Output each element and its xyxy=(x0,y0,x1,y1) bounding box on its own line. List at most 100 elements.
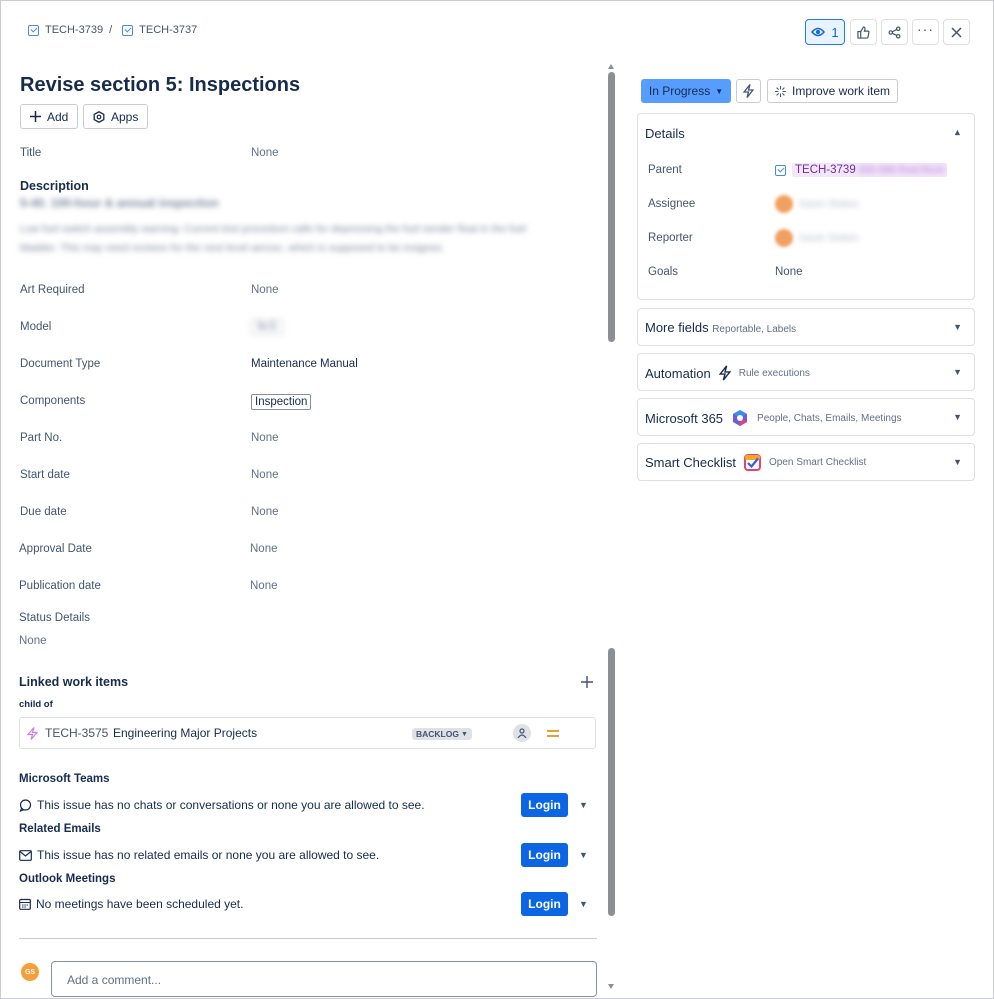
priority-medium-icon xyxy=(547,730,559,737)
breadcrumb-current-link[interactable]: TECH-3737 xyxy=(139,24,197,36)
goals-value[interactable]: None xyxy=(775,266,803,278)
chevron-down-icon[interactable]: ▼ xyxy=(953,367,962,377)
art-required-label: Art Required xyxy=(20,284,85,296)
title-field-label: Title xyxy=(20,147,42,159)
add-button-label: Add xyxy=(47,109,69,124)
automation-button[interactable] xyxy=(736,79,761,103)
part-number-value[interactable]: None xyxy=(251,432,279,444)
watch-button[interactable]: 1 xyxy=(805,19,845,45)
apps-button[interactable]: Apps xyxy=(83,104,149,129)
parent-key: TECH-3739 xyxy=(795,164,856,176)
status-label: In Progress xyxy=(648,84,711,98)
scrollbar-thumb[interactable] xyxy=(608,648,615,916)
user-icon[interactable] xyxy=(513,724,531,742)
like-button[interactable] xyxy=(850,19,877,45)
part-number-label: Part No. xyxy=(20,432,63,444)
parent-value[interactable]: TECH-3739 500-589 Rvid Revit xyxy=(775,163,947,177)
checkbox-icon xyxy=(775,164,786,176)
approval-date-value[interactable]: None xyxy=(250,543,278,555)
improve-work-item-label: Improve work item xyxy=(791,84,891,98)
document-type-value[interactable]: Maintenance Manual xyxy=(251,358,358,370)
meetings-message: No meetings have been scheduled yet. xyxy=(19,897,243,911)
component-tag[interactable]: Inspection xyxy=(251,394,312,410)
sparkle-icon xyxy=(774,85,786,97)
linked-item-row[interactable]: TECH-3575 Engineering Major Projects BAC… xyxy=(19,717,596,749)
eye-icon xyxy=(811,27,826,37)
close-button[interactable] xyxy=(943,19,970,45)
chevron-down-icon[interactable]: ▼ xyxy=(579,850,588,860)
status-dropdown[interactable]: In Progress ▼ xyxy=(641,79,731,103)
details-heading[interactable]: Details xyxy=(645,126,685,141)
thumbs-up-icon xyxy=(857,25,870,39)
more-actions-button[interactable]: ··· xyxy=(912,19,939,45)
improve-work-item-button[interactable]: Improve work item xyxy=(767,79,898,103)
issue-title[interactable]: Revise section 5: Inspections xyxy=(20,74,300,97)
automation-panel[interactable]: Automation Rule executions ▼ xyxy=(637,353,975,391)
emails-message-text: This issue has no related emails or none… xyxy=(37,848,380,862)
title-field-value[interactable]: None xyxy=(251,147,279,159)
checkbox-icon xyxy=(28,24,39,36)
avatar: GS xyxy=(21,963,39,981)
due-date-value[interactable]: None xyxy=(251,506,279,518)
share-button[interactable] xyxy=(881,19,908,45)
breadcrumb-parent-link[interactable]: TECH-3739 xyxy=(45,24,103,36)
linked-item-status-label: BACKLOG xyxy=(416,729,459,739)
due-date-label: Due date xyxy=(20,506,67,518)
emails-login-button[interactable]: Login xyxy=(521,843,568,867)
microsoft-365-header: Microsoft 365 People, Chats, Emails, Mee… xyxy=(645,409,902,427)
chevron-down-icon: ▼ xyxy=(460,730,468,738)
linked-item-key[interactable]: TECH-3575 xyxy=(45,726,108,740)
add-button[interactable]: Add xyxy=(20,104,79,129)
chevron-down-icon[interactable]: ▼ xyxy=(953,457,962,467)
parent-label: Parent xyxy=(648,164,682,176)
smart-checklist-heading: Smart Checklist xyxy=(645,455,737,470)
microsoft-365-panel[interactable]: Microsoft 365 People, Chats, Emails, Mee… xyxy=(637,398,975,436)
scroll-down-arrow[interactable] xyxy=(608,984,614,989)
more-fields-header: More fields Reportable, Labels xyxy=(645,320,796,335)
m365-icon xyxy=(733,410,748,426)
more-fields-subtitle: Reportable, Labels xyxy=(712,324,797,335)
linked-item-title[interactable]: Engineering Major Projects xyxy=(113,726,257,740)
teams-heading: Microsoft Teams xyxy=(19,773,110,785)
chevron-down-icon[interactable]: ▼ xyxy=(579,899,588,909)
assignee-value[interactable]: Gavin Stokes xyxy=(775,195,858,213)
chat-icon xyxy=(19,798,32,812)
status-details-label: Status Details xyxy=(19,612,90,624)
smart-checklist-panel[interactable]: Smart Checklist Open Smart Checklist ▼ xyxy=(637,443,975,481)
scrollbar-thumb[interactable] xyxy=(608,72,615,342)
teams-login-button[interactable]: Login xyxy=(521,793,568,817)
components-label: Components xyxy=(20,395,86,407)
chevron-down-icon[interactable]: ▼ xyxy=(953,322,962,332)
link-relation-label: child of xyxy=(19,699,53,710)
model-value[interactable]: 9cS xyxy=(251,319,283,335)
microsoft-365-subtitle: People, Chats, Emails, Meetings xyxy=(757,412,902,424)
document-type-label: Document Type xyxy=(20,358,101,370)
status-details-value[interactable]: None xyxy=(19,635,47,647)
add-link-icon[interactable] xyxy=(581,676,593,688)
parent-link[interactable]: TECH-3739 500-589 Rvid Revit xyxy=(792,163,947,177)
avatar xyxy=(775,229,793,247)
apps-button-label: Apps xyxy=(111,109,139,124)
automation-subtitle: Rule executions xyxy=(738,367,810,379)
linked-item-status[interactable]: BACKLOG ▼ xyxy=(412,728,472,740)
teams-message: This issue has no chats or conversations… xyxy=(19,798,425,812)
chevron-down-icon[interactable]: ▼ xyxy=(953,412,962,422)
scroll-up-arrow[interactable] xyxy=(608,64,614,69)
chevron-down-icon[interactable]: ▼ xyxy=(579,800,588,810)
lightning-icon xyxy=(743,84,754,98)
description-text-line[interactable]: Low fuel switch assembly warning: Curren… xyxy=(20,223,595,235)
comment-input[interactable]: Add a comment... xyxy=(51,961,597,997)
art-required-value[interactable]: None xyxy=(251,284,279,296)
divider xyxy=(19,938,597,939)
emails-message: This issue has no related emails or none… xyxy=(19,848,379,862)
description-subheading[interactable]: 5-40. 100-hour & annual inspection xyxy=(20,196,219,210)
parent-title: 500-589 Rvid Revit xyxy=(858,165,944,176)
start-date-value[interactable]: None xyxy=(251,469,279,481)
more-fields-panel[interactable]: More fields Reportable, Labels ▼ xyxy=(637,308,975,346)
description-text-line[interactable]: bladder. This may need revision for the … xyxy=(20,242,445,254)
microsoft-365-heading: Microsoft 365 xyxy=(645,410,724,426)
publication-date-value[interactable]: None xyxy=(250,580,278,592)
meetings-login-button[interactable]: Login xyxy=(521,892,568,916)
reporter-value[interactable]: Gavin Stokes xyxy=(775,229,858,247)
chevron-up-icon[interactable]: ▼ xyxy=(953,128,962,138)
